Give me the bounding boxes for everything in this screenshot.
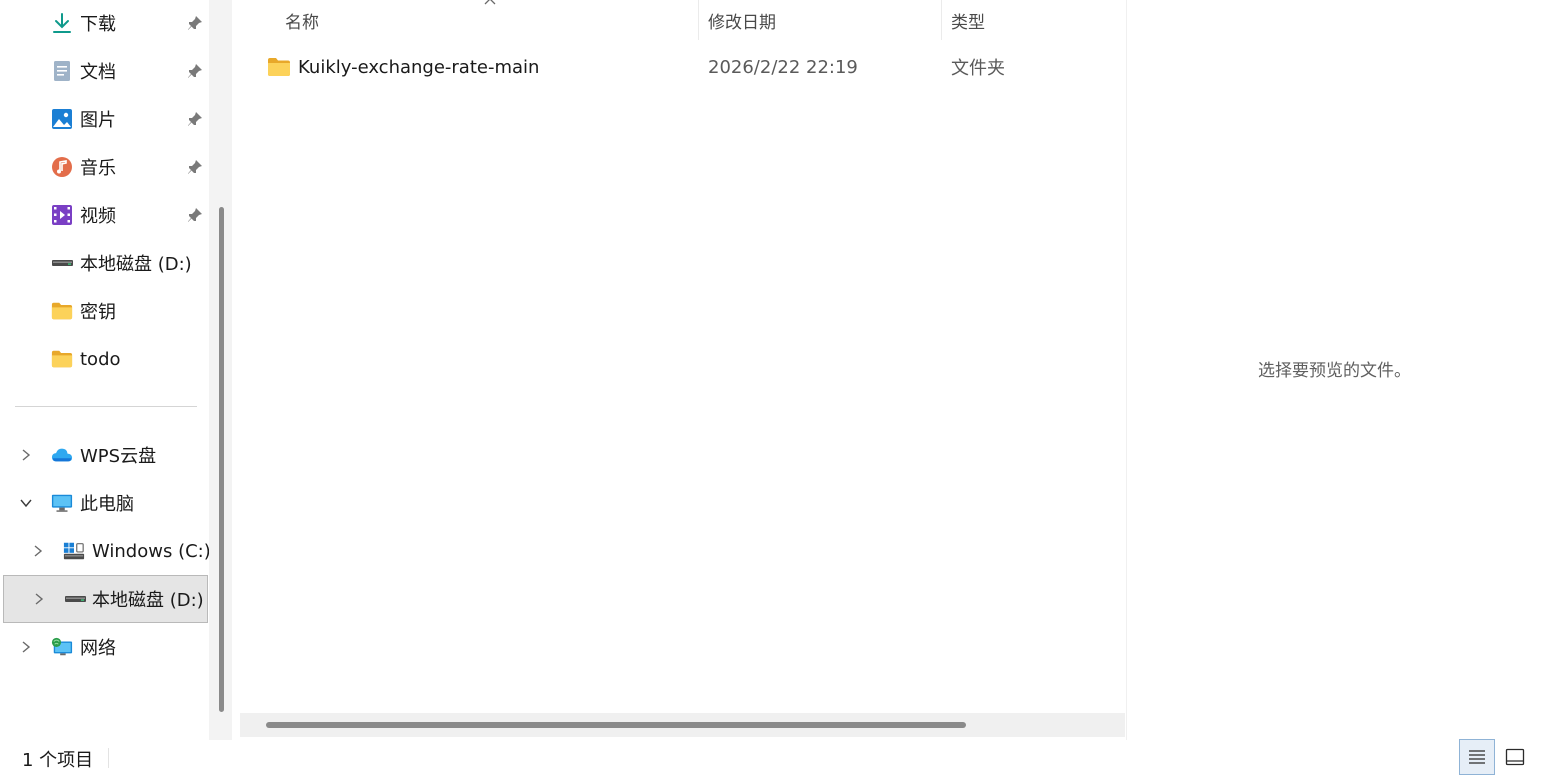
sidebar-item-label: 视频 [80,206,116,227]
sidebar-item-label: 本地磁盘 (D:) [80,254,192,275]
column-separator[interactable] [698,0,699,40]
file-type: 文件夹 [951,58,1005,79]
file-row[interactable]: Kuikly-exchange-rate-main 2026/2/22 22:1… [240,46,1126,88]
sort-ascending-icon [484,0,496,5]
sidebar-item-label: 图片 [80,110,116,131]
sidebar-item-this-pc[interactable]: 此电脑 [0,480,209,526]
sidebar-item-network[interactable]: 网络 [0,624,209,670]
preview-message: 选择要预览的文件。 [1258,361,1411,381]
chevron-right-icon[interactable] [19,448,33,462]
download-icon [51,12,73,34]
preview-pane: 选择要预览的文件。 [1126,0,1541,740]
sidebar-item-documents[interactable]: 文档 [0,48,209,94]
file-explorer-window: 下载 文档 图片 音乐 视频 本地磁盘 (D:) 密钥 todo WPS云盘 此… [0,0,1541,776]
sidebar-item-label: 密钥 [80,302,116,323]
column-header-type[interactable]: 类型 [951,0,985,40]
pin-icon[interactable] [186,62,204,80]
sidebar-item-label: 文档 [80,62,116,83]
sidebar-item-label: Windows (C:) [92,540,211,562]
file-list-pane: 名称 修改日期 类型 Kuikly-exchange-rate-main 202… [240,0,1126,740]
cloud-icon [51,444,73,466]
preview-pane-button[interactable] [1497,739,1533,775]
chevron-right-icon[interactable] [31,544,45,558]
sidebar-item-music[interactable]: 音乐 [0,144,209,190]
details-view-button[interactable] [1459,739,1495,775]
sidebar-item-folder-keys[interactable]: 密钥 [0,288,209,334]
preview-pane-icon [1505,748,1525,766]
pin-icon[interactable] [186,110,204,128]
horizontal-scrollbar-thumb[interactable] [266,722,966,728]
status-bar: 1 个项目 [0,740,1541,776]
sidebar-item-label: todo [80,348,121,370]
sidebar-item-label: 此电脑 [80,494,134,515]
document-icon [51,60,73,82]
details-view-icon [1469,750,1485,764]
column-separator[interactable] [941,0,942,40]
column-header-date[interactable]: 修改日期 [708,0,776,40]
status-separator [108,748,109,768]
folder-icon [51,348,73,370]
drive-icon [64,588,86,610]
sidebar-item-label: WPS云盘 [80,446,157,467]
video-icon [51,204,73,226]
sidebar-item-pictures[interactable]: 图片 [0,96,209,142]
chevron-down-icon[interactable] [19,496,33,510]
sidebar-item-folder-todo[interactable]: todo [0,336,209,382]
column-header-name[interactable]: 名称 [285,0,319,40]
item-count: 1 个项目 [22,750,94,771]
file-modified-date: 2026/2/22 22:19 [708,56,858,78]
sidebar-divider [15,406,197,407]
pin-icon[interactable] [186,14,204,32]
sidebar-item-drive-d[interactable]: 本地磁盘 (D:) [0,240,209,286]
navigation-pane: 下载 文档 图片 音乐 视频 本地磁盘 (D:) 密钥 todo WPS云盘 此… [0,0,211,740]
sidebar-item-drive-d-tree[interactable]: 本地磁盘 (D:) [3,575,208,623]
sidebar-scrollbar-thumb[interactable] [219,207,224,712]
pin-icon[interactable] [186,158,204,176]
folder-icon [268,58,290,76]
chevron-right-icon[interactable] [32,592,46,606]
sidebar-item-videos[interactable]: 视频 [0,192,209,238]
file-name: Kuikly-exchange-rate-main [298,56,540,78]
sidebar-item-label: 音乐 [80,158,116,179]
sidebar-item-label: 下载 [80,14,116,35]
sidebar-item-label: 网络 [80,638,116,659]
music-icon [51,156,73,178]
pin-icon[interactable] [186,206,204,224]
sidebar-item-drive-c[interactable]: Windows (C:) [0,528,211,574]
pictures-icon [51,108,73,130]
sidebar-item-label: 本地磁盘 (D:) [92,590,204,611]
sidebar-item-downloads[interactable]: 下载 [0,0,209,46]
network-icon [51,636,73,658]
computer-icon [51,492,73,514]
chevron-right-icon[interactable] [19,640,33,654]
drive-icon [51,252,73,274]
folder-icon [51,300,73,322]
windows-drive-icon [63,540,85,562]
sidebar-item-wps-cloud[interactable]: WPS云盘 [0,432,209,478]
